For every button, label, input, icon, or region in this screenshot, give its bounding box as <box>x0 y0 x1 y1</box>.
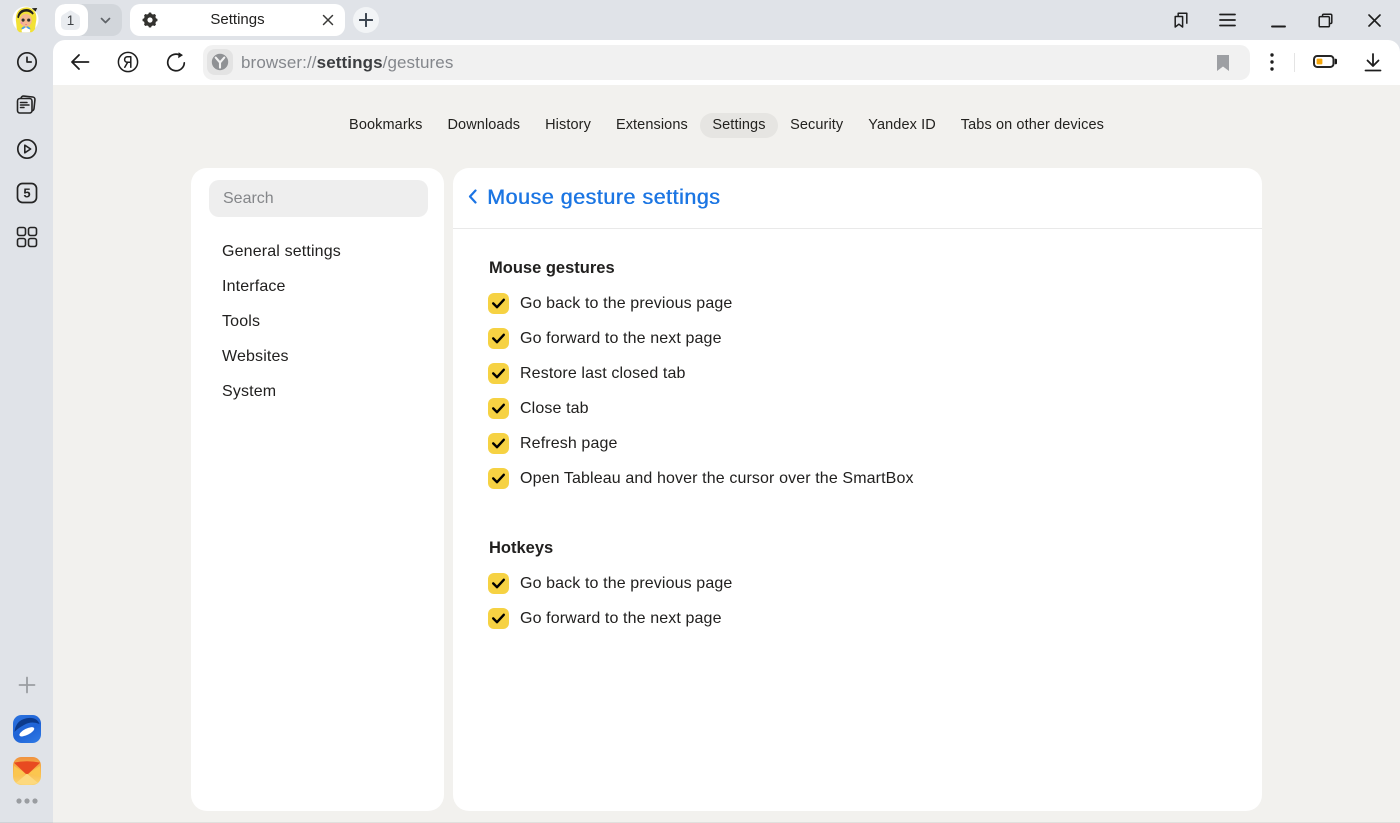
svg-text:1: 1 <box>67 13 75 28</box>
svg-text:5: 5 <box>23 186 30 201</box>
